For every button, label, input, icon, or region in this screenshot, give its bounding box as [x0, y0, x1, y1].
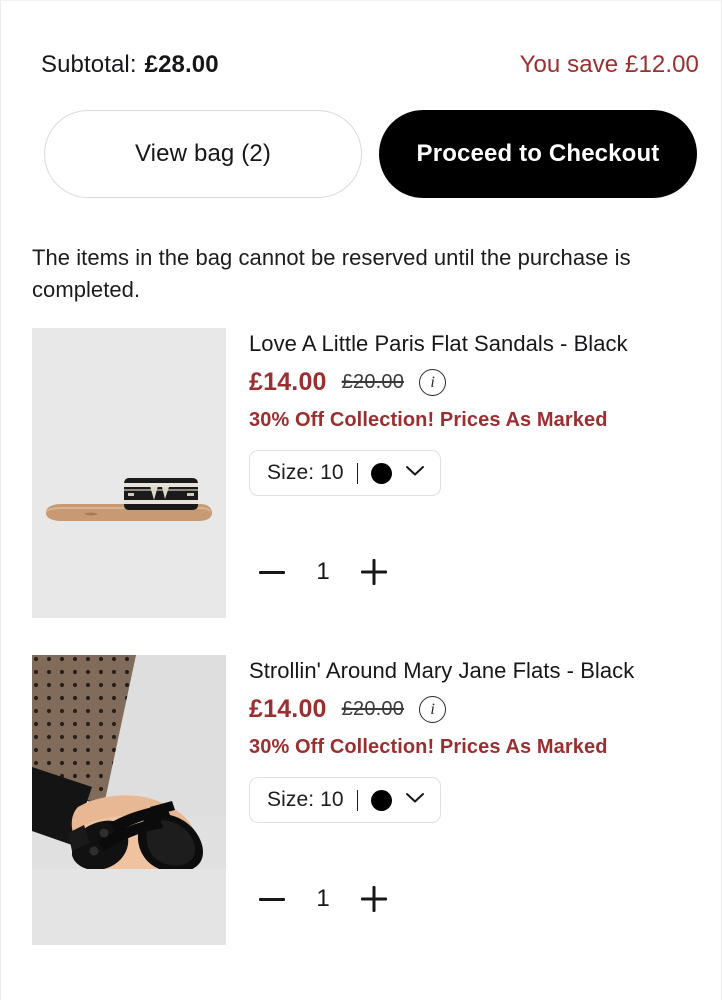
info-icon[interactable]: i	[419, 369, 447, 397]
quantity-stepper: 1	[249, 879, 721, 919]
divider	[356, 789, 358, 811]
increase-quantity-button[interactable]	[351, 879, 397, 919]
cart-item: Love A Little Paris Flat Sandals - Black…	[1, 327, 721, 618]
cart-item: Strollin' Around Mary Jane Flats - Black…	[1, 654, 721, 945]
sale-price: £14.00	[249, 368, 327, 397]
chevron-down-icon	[405, 791, 425, 809]
color-swatch-icon	[370, 789, 392, 811]
quantity-value: 1	[316, 885, 330, 913]
color-swatch-icon	[370, 462, 392, 484]
subtotal-amount: £28.00	[144, 51, 219, 78]
original-price: £20.00	[341, 698, 405, 721]
size-label: Size: 10	[267, 788, 344, 812]
info-icon[interactable]: i	[419, 696, 447, 724]
product-title[interactable]: Strollin' Around Mary Jane Flats - Black	[249, 657, 721, 685]
item-details: Strollin' Around Mary Jane Flats - Black…	[249, 655, 721, 945]
sale-price: £14.00	[249, 695, 327, 724]
product-thumbnail[interactable]	[32, 327, 226, 618]
promotion-text: 30% Off Collection! Prices As Marked	[249, 409, 608, 432]
flat-sandal-image	[32, 327, 226, 618]
price-row: £14.00 £20.00 i	[249, 368, 721, 397]
promotion-text: 30% Off Collection! Prices As Marked	[249, 736, 608, 759]
chevron-down-icon	[405, 464, 425, 482]
product-thumbnail[interactable]	[32, 654, 226, 945]
price-row: £14.00 £20.00 i	[249, 695, 721, 724]
increase-quantity-button[interactable]	[351, 552, 397, 592]
reservation-notice: The items in the bag cannot be reserved …	[32, 245, 631, 303]
view-bag-button[interactable]: View bag (2)	[44, 110, 362, 198]
cart-actions: View bag (2) Proceed to Checkout	[1, 110, 721, 198]
divider	[356, 462, 358, 484]
mary-jane-flats-image	[32, 654, 226, 945]
quantity-value: 1	[316, 558, 330, 586]
shopping-bag-panel: Subtotal: £28.00 You save £12.00 View ba…	[0, 0, 722, 1000]
product-title[interactable]: Love A Little Paris Flat Sandals - Black	[249, 330, 721, 358]
size-color-select[interactable]: Size: 10	[249, 777, 441, 824]
savings-amount: You save £12.00	[519, 51, 699, 78]
item-details: Love A Little Paris Flat Sandals - Black…	[249, 328, 721, 618]
proceed-to-checkout-button[interactable]: Proceed to Checkout	[379, 110, 697, 198]
original-price: £20.00	[341, 371, 405, 394]
cart-item-list: Love A Little Paris Flat Sandals - Black…	[1, 327, 721, 945]
decrease-quantity-button[interactable]	[249, 879, 295, 919]
size-label: Size: 10	[267, 461, 344, 485]
order-summary-row: Subtotal: £28.00 You save £12.00	[1, 51, 721, 85]
size-color-select[interactable]: Size: 10	[249, 450, 441, 497]
quantity-stepper: 1	[249, 552, 721, 592]
decrease-quantity-button[interactable]	[249, 552, 295, 592]
subtotal-block: Subtotal: £28.00	[41, 51, 219, 79]
subtotal-label: Subtotal:	[41, 51, 137, 78]
